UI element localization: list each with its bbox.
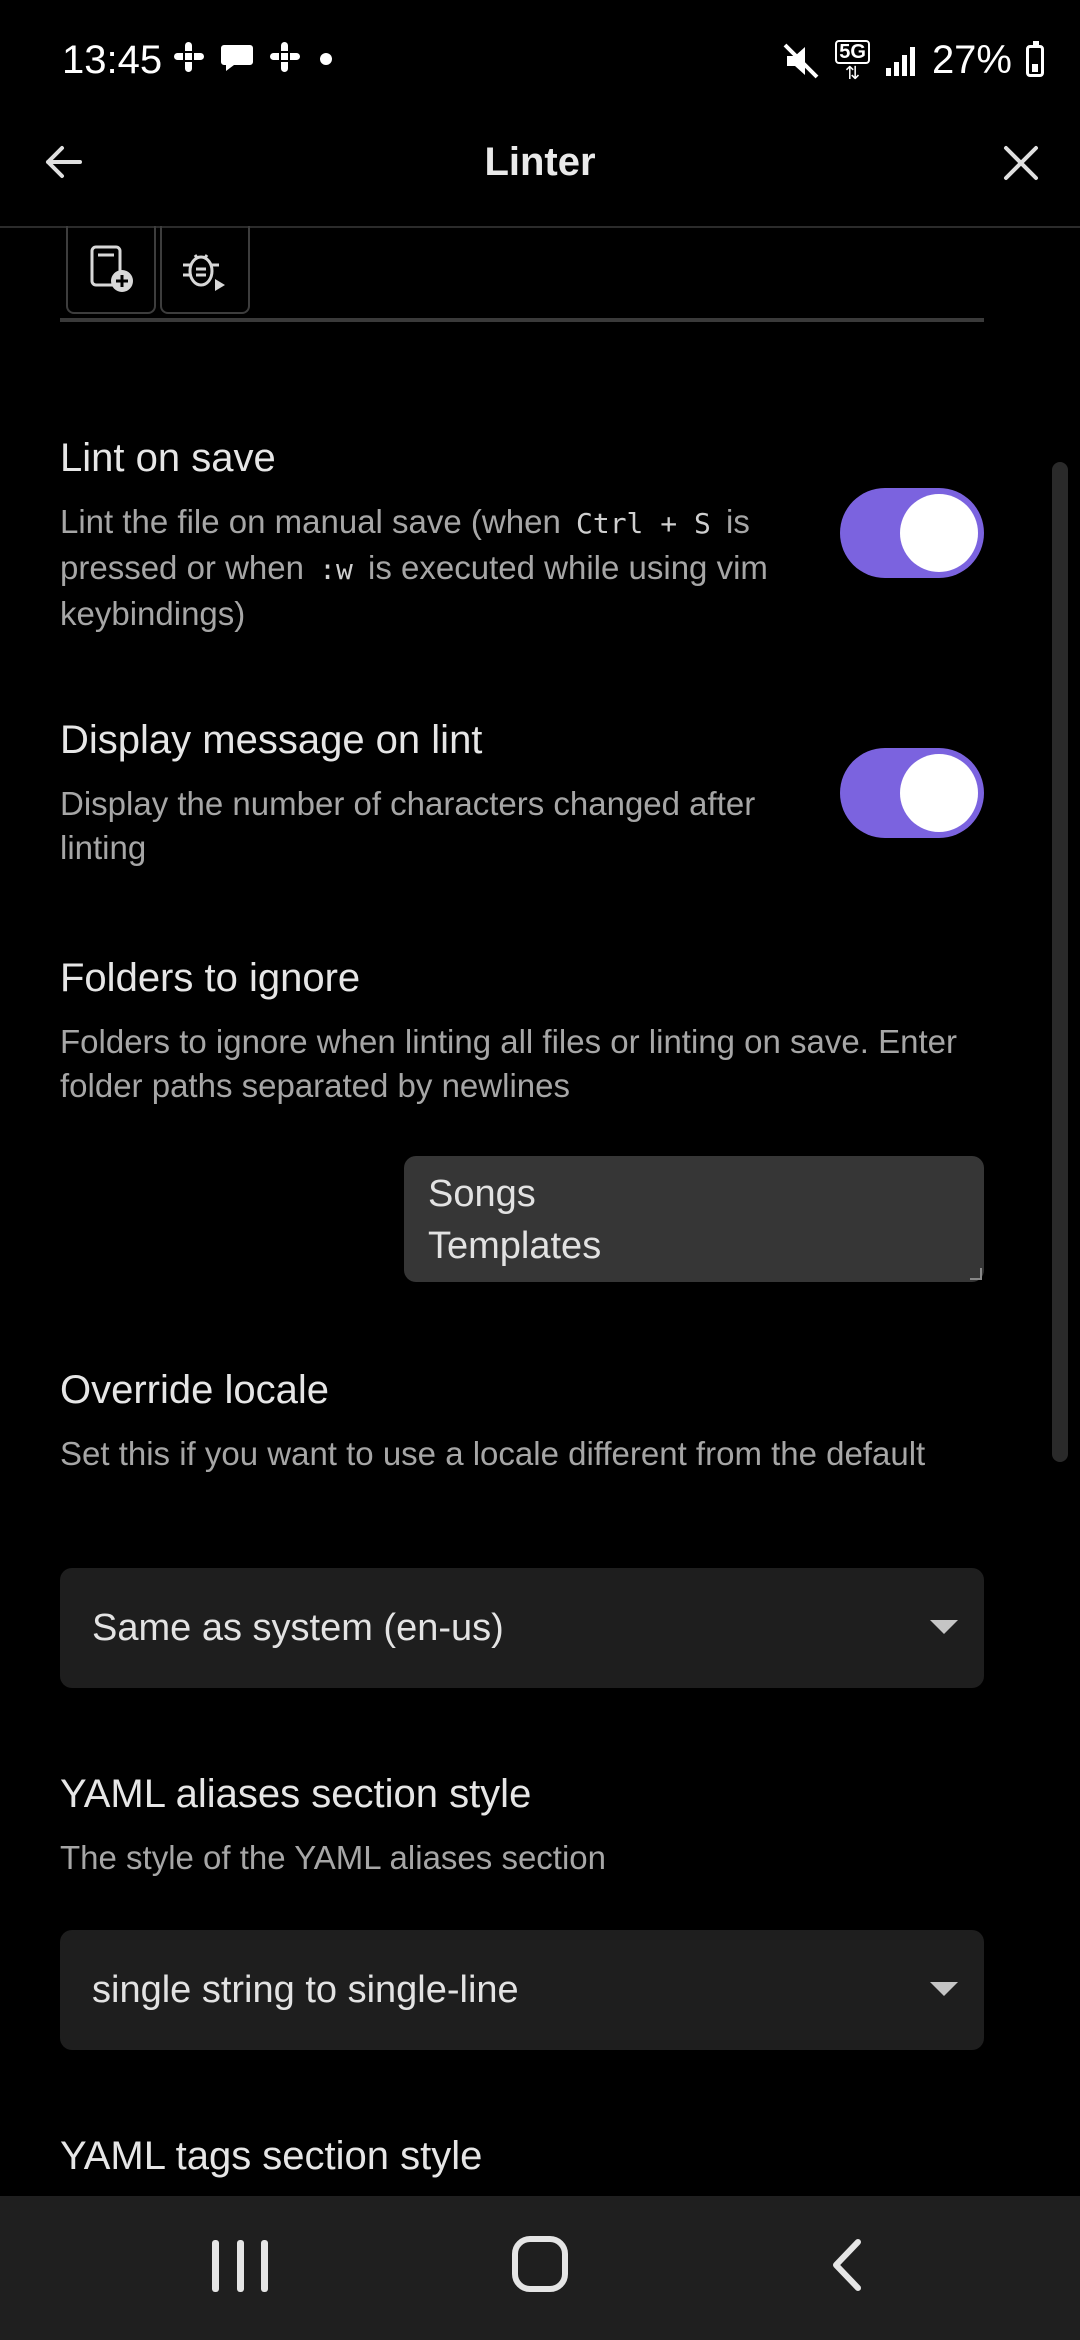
folders-to-ignore-textarea[interactable]: Songs Templates bbox=[404, 1156, 984, 1282]
close-icon[interactable] bbox=[998, 140, 1044, 186]
battery-icon bbox=[1026, 40, 1044, 77]
mute-icon bbox=[783, 43, 819, 78]
lint-on-save-desc-part1: Lint the file on manual save (when bbox=[60, 503, 561, 540]
signal-icon bbox=[885, 46, 915, 76]
override-locale-select[interactable]: Same as system (en-us) bbox=[60, 1568, 984, 1688]
lint-on-save-title: Lint on save bbox=[60, 436, 276, 480]
folder-entry: Songs bbox=[428, 1173, 536, 1215]
toggle-knob bbox=[900, 754, 978, 832]
key-combo: Ctrl + S bbox=[575, 507, 711, 540]
display-message-toggle[interactable] bbox=[840, 748, 984, 838]
lint-on-save-toggle[interactable] bbox=[840, 488, 984, 578]
slack-icon bbox=[174, 42, 204, 72]
nav-back-icon[interactable] bbox=[820, 2236, 876, 2294]
tab-file-plus[interactable] bbox=[66, 226, 156, 314]
data-arrows-icon: ⇅ bbox=[845, 62, 861, 83]
dot-icon bbox=[320, 53, 332, 65]
vim-command: :w bbox=[319, 553, 353, 586]
yaml-aliases-desc: The style of the YAML aliases section bbox=[60, 1839, 606, 1876]
slack-icon bbox=[270, 42, 300, 72]
scrollbar[interactable] bbox=[1052, 462, 1068, 1462]
tab-strip bbox=[60, 226, 984, 322]
dropdown-caret-icon bbox=[930, 1982, 958, 1996]
toggle-knob bbox=[900, 494, 978, 572]
home-icon[interactable] bbox=[512, 2236, 568, 2292]
override-locale-value: Same as system (en-us) bbox=[92, 1606, 504, 1649]
page-title: Linter bbox=[484, 140, 596, 184]
folders-to-ignore-title: Folders to ignore bbox=[60, 956, 361, 1000]
yaml-aliases-title: YAML aliases section style bbox=[60, 1772, 532, 1816]
file-plus-icon bbox=[90, 245, 133, 292]
chat-icon bbox=[221, 45, 253, 71]
network-label: 5G bbox=[835, 39, 870, 64]
yaml-aliases-value: single string to single-line bbox=[92, 1968, 519, 2011]
resize-handle[interactable] bbox=[970, 1268, 982, 1280]
override-locale-desc: Set this if you want to use a locale dif… bbox=[60, 1435, 926, 1472]
5g-icon: 5G ⇅ bbox=[835, 39, 870, 83]
folders-to-ignore-desc: Folders to ignore when linting all files… bbox=[60, 1023, 957, 1104]
dropdown-caret-icon bbox=[930, 1620, 958, 1634]
notification-icons bbox=[172, 40, 336, 74]
status-right: 5G ⇅ 27% bbox=[781, 38, 1044, 83]
override-locale-title: Override locale bbox=[60, 1368, 330, 1412]
lint-on-save-desc: Lint the file on manual save (when Ctrl … bbox=[60, 500, 800, 636]
status-time: 13:45 bbox=[62, 38, 163, 82]
yaml-tags-title: YAML tags section style bbox=[60, 2134, 483, 2178]
battery-percent: 27% bbox=[931, 38, 1012, 82]
yaml-aliases-select[interactable]: single string to single-line bbox=[60, 1930, 984, 2050]
bug-play-icon bbox=[183, 254, 225, 291]
tab-bug-play[interactable] bbox=[160, 226, 250, 314]
display-message-title: Display message on lint bbox=[60, 718, 483, 762]
recents-icon[interactable] bbox=[212, 2240, 268, 2292]
display-message-desc: Display the number of characters changed… bbox=[60, 785, 756, 866]
folder-entry: Templates bbox=[428, 1225, 602, 1267]
